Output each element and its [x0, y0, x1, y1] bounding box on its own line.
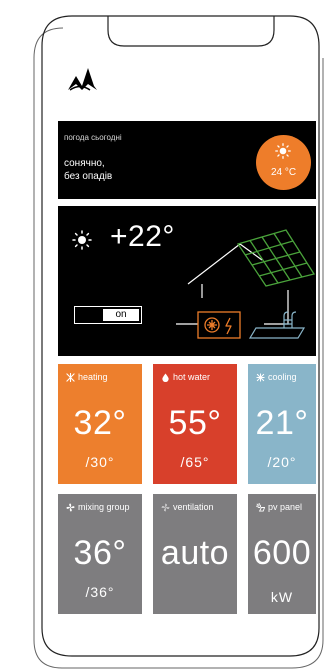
indoor-temp-value: +22°: [110, 220, 175, 253]
cooling-setpoint: /20°: [267, 454, 297, 470]
ventilation-tile[interactable]: ventilation auto: [153, 494, 237, 614]
mixing-group-tile[interactable]: mixing group 36° /36°: [58, 494, 142, 614]
hot-water-setpoint: /65°: [180, 454, 210, 470]
mixing-group-setpoint: /36°: [85, 584, 115, 600]
house-illustration-icon: [176, 229, 316, 339]
power-toggle[interactable]: on: [74, 306, 142, 324]
house-status-card[interactable]: +22° on: [58, 206, 316, 356]
cooling-tile[interactable]: cooling 21° /20°: [248, 364, 316, 484]
weather-card[interactable]: погода сьогодні сонячно, без опадів 24 °…: [58, 121, 316, 199]
outdoor-temp-value: 24 °C: [270, 167, 297, 178]
cooling-label: cooling: [268, 372, 297, 382]
heating-label: heating: [78, 372, 108, 382]
toggle-knob-label: on: [103, 309, 139, 321]
ventilation-value: auto: [160, 534, 230, 572]
snowflake-icon: [256, 372, 265, 382]
pv-panel-tile[interactable]: pv panel 600 kW: [248, 494, 316, 614]
app-screen: погода сьогодні сонячно, без опадів 24 °…: [0, 0, 333, 671]
outdoor-temp-badge: 24 °C: [256, 135, 311, 190]
pv-panel-unit: kW: [270, 589, 294, 605]
weather-desc-line2: без опадів: [64, 171, 113, 182]
weather-desc-line1: сонячно,: [64, 158, 105, 169]
water-drop-icon: [162, 372, 169, 382]
hot-water-label: hot water: [173, 372, 211, 382]
weather-caption: погода сьогодні: [64, 133, 122, 142]
sun-icon: [275, 143, 291, 159]
sun-panel-icon: [256, 502, 265, 512]
pv-panel-label: pv panel: [268, 502, 303, 512]
mixing-group-label: mixing group: [78, 502, 130, 512]
heating-setpoint: /30°: [85, 454, 115, 470]
heating-value: 32°: [73, 404, 127, 442]
fan-icon: [66, 502, 75, 512]
heating-icon: [66, 372, 75, 382]
hot-water-tile[interactable]: hot water 55° /65°: [153, 364, 237, 484]
bird-logo-icon: [68, 68, 97, 91]
ventilation-icon: [161, 502, 170, 512]
sun-icon: [72, 230, 92, 250]
ventilation-label: ventilation: [173, 502, 214, 512]
mixing-group-value: 36°: [73, 534, 127, 572]
cooling-value: 21°: [255, 404, 309, 442]
pv-panel-value: 600: [252, 534, 312, 572]
hot-water-value: 55°: [168, 404, 222, 442]
weather-description: сонячно, без опадів: [64, 157, 194, 183]
heating-tile[interactable]: heating 32° /30°: [58, 364, 142, 484]
